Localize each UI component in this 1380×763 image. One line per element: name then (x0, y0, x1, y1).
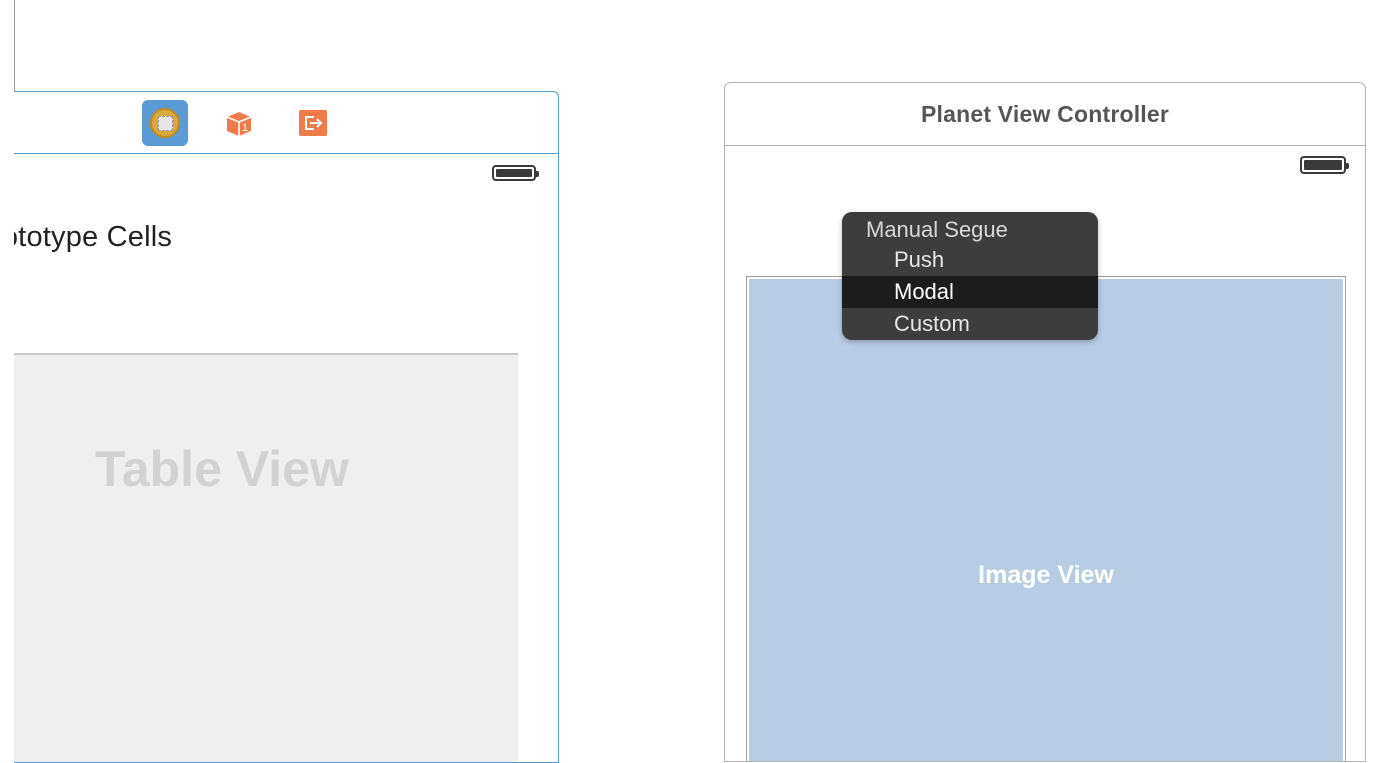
view-controller-icon[interactable] (142, 100, 188, 146)
table-view[interactable] (14, 353, 518, 762)
scene-dock: 1 (14, 92, 558, 154)
manual-segue-menu[interactable]: Manual Segue Push Modal Custom (842, 212, 1098, 340)
scene-title-bar[interactable]: Planet View Controller (725, 83, 1365, 146)
table-view-controller-scene[interactable]: 1 rototype Cells Table View (14, 91, 559, 763)
battery-icon (1300, 156, 1349, 174)
exit-icon[interactable] (290, 100, 336, 146)
first-responder-icon[interactable]: 1 (216, 100, 262, 146)
planet-view-controller-scene[interactable]: Planet View Controller Image View (724, 82, 1366, 762)
menu-item-push[interactable]: Push (842, 244, 1098, 276)
image-view-frame[interactable]: Image View (746, 276, 1346, 761)
battery-icon (492, 165, 539, 181)
svg-text:1: 1 (242, 122, 248, 134)
image-view[interactable]: Image View (749, 279, 1343, 761)
menu-item-custom[interactable]: Custom (842, 308, 1098, 340)
menu-item-modal[interactable]: Modal (842, 276, 1098, 308)
menu-header-manual-segue: Manual Segue (866, 217, 1008, 242)
image-view-label: Image View (978, 561, 1114, 589)
table-view-label: Table View (95, 441, 349, 497)
prototype-cells-label: rototype Cells (14, 221, 173, 253)
scene-title: Planet View Controller (920, 100, 1170, 127)
